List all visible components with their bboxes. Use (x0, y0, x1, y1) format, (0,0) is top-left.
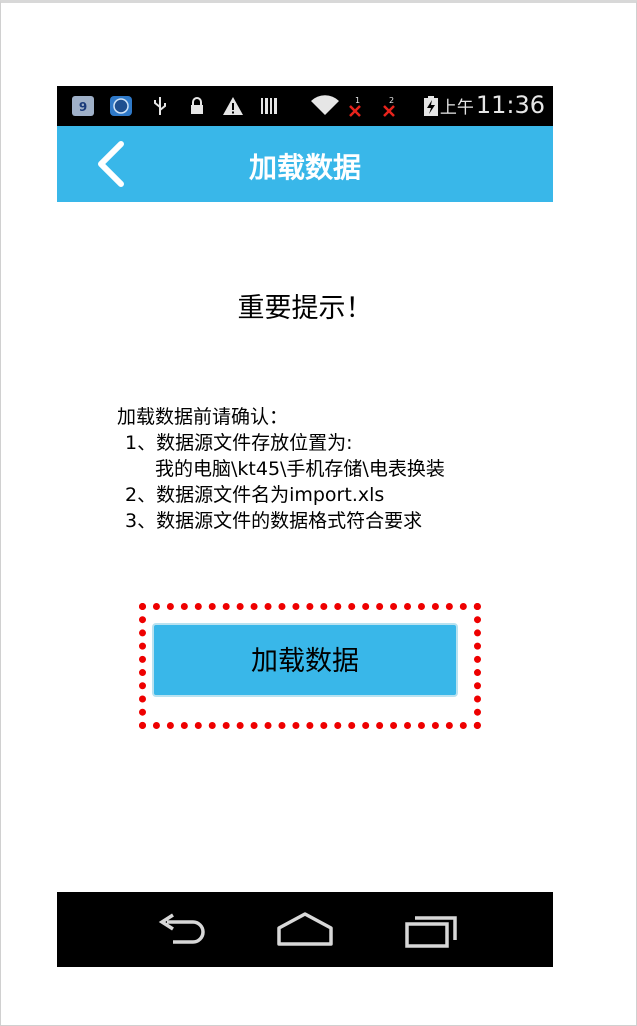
notice-body: 加载数据前请确认： 1、数据源文件存放位置为: 我的电脑\kt45\手机存储\电… (117, 404, 445, 534)
app-icon: 9 (72, 96, 94, 116)
barcode-icon (261, 98, 277, 114)
svg-text:9: 9 (79, 100, 87, 114)
lock-icon (191, 97, 203, 114)
load-data-button[interactable]: 加载数据 (152, 623, 458, 697)
svg-text:1: 1 (355, 96, 360, 105)
usb-icon (154, 97, 166, 115)
notice-intro: 加载数据前请确认： (117, 406, 289, 428)
status-time: 上午11:36 (440, 91, 545, 119)
notice-title: 重要提示！ (237, 293, 373, 324)
back-arrow-icon[interactable] (149, 910, 213, 950)
recent-apps-icon[interactable] (397, 910, 461, 950)
home-icon[interactable] (273, 910, 337, 950)
svg-text:2: 2 (389, 96, 394, 105)
notice-item-2: 2、数据源文件名为import.xls (125, 484, 385, 506)
navigation-bar (57, 892, 553, 967)
clock-app-icon (110, 96, 132, 116)
page-title: 加载数据 (248, 151, 361, 184)
notice-item-1-path: 我的电脑\kt45\手机存储\电表换装 (155, 458, 445, 480)
no-signal-sim2-icon: 2 (383, 96, 395, 117)
notice-item-1: 1、数据源文件存放位置为: (125, 432, 353, 454)
phone-screen: 9 1 2 上午11:36 加载数据 重要提示！ 加载数据前请确认： 1、数据源… (57, 86, 553, 967)
no-signal-sim1-icon: 1 (349, 96, 361, 117)
status-time-value: 11:36 (475, 91, 545, 119)
warning-icon (223, 97, 243, 115)
status-time-ampm: 上午 (439, 98, 474, 118)
title-bar: 加载数据 (57, 126, 553, 202)
wifi-icon (311, 95, 339, 115)
notice-item-3: 3、数据源文件的数据格式符合要求 (125, 510, 423, 532)
status-bar: 9 1 2 上午11:36 (57, 86, 553, 126)
